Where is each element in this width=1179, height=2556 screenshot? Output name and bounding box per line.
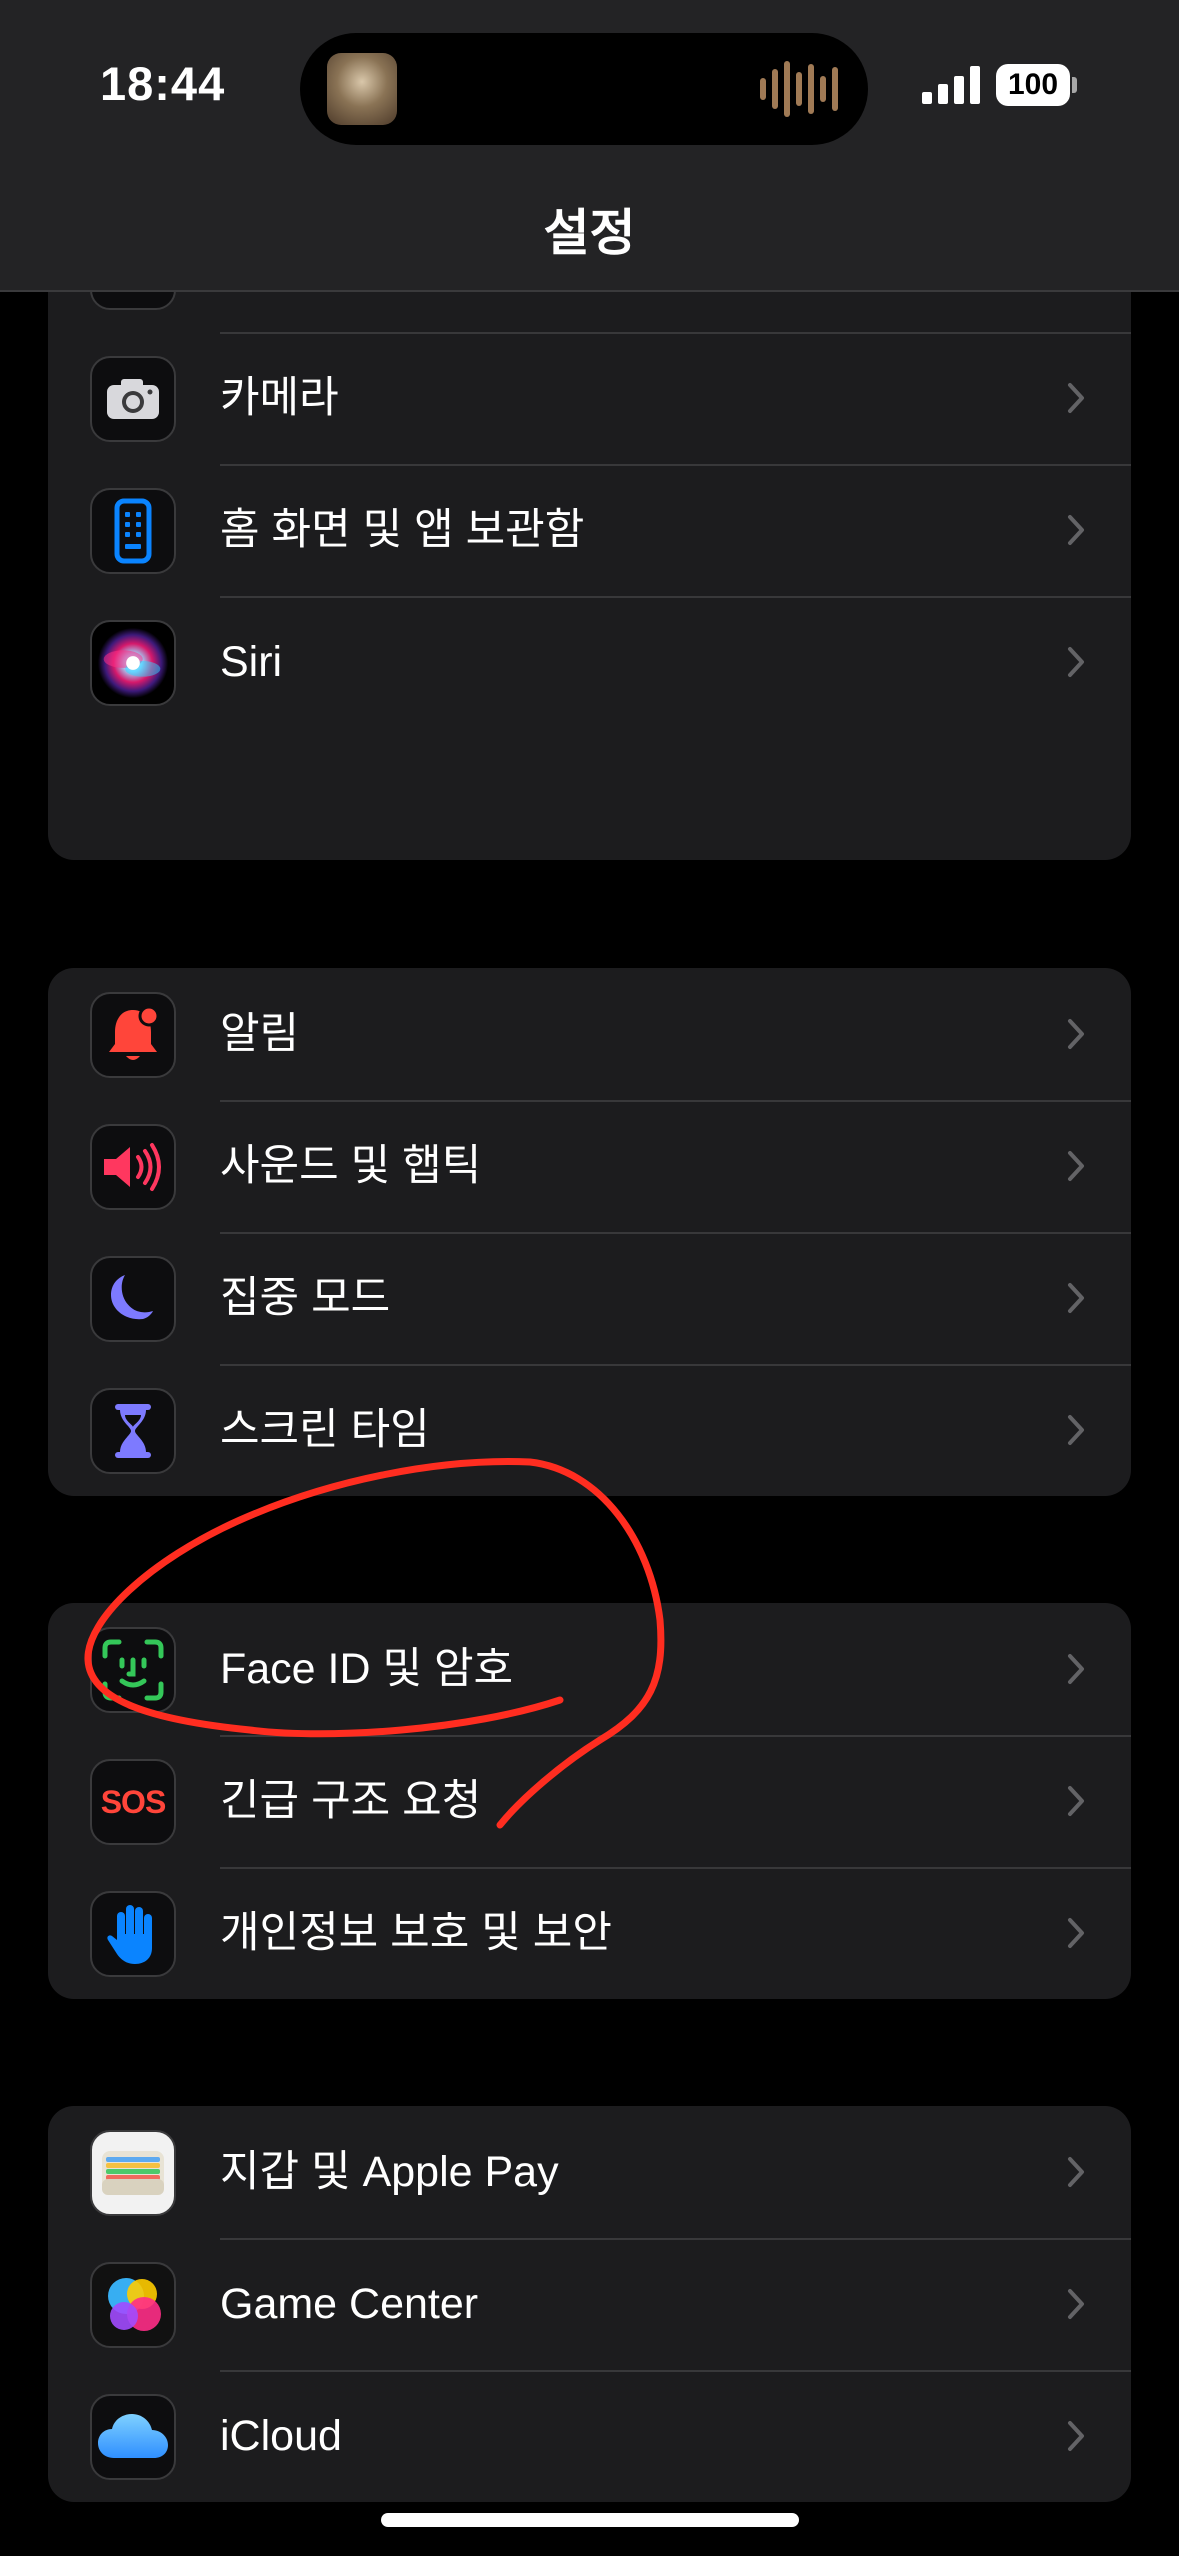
battery-indicator: 100 [996,64,1070,106]
settings-row-label: Siri [220,638,283,686]
settings-row-label: iCloud [220,2412,342,2460]
icloud-icon [90,2394,176,2480]
dynamic-island[interactable] [300,33,868,145]
settings-row-camera[interactable]: 카메라 [48,332,1131,464]
chevron-right-icon [1068,647,1084,677]
battery-cap [1072,77,1077,93]
chevron-right-icon [1068,383,1084,413]
settings-row-icloud[interactable]: iCloud [48,2370,1131,2502]
settings-row-label: Game Center [220,2280,479,2328]
settings-row-privacy[interactable]: 개인정보 보호 및 보안 [48,1867,1131,1999]
settings-row-label: 홈 화면 및 앱 보관함 [220,506,585,554]
home-indicator[interactable] [381,2513,799,2527]
chevron-right-icon [1068,1019,1084,1049]
settings-row-focus[interactable]: 집중 모드 [48,1232,1131,1364]
now-playing-artwork [327,53,397,125]
settings-row-label: Face ID 및 암호 [220,1645,514,1693]
sos-icon: SOS [90,1759,176,1845]
settings-row-emergency-sos[interactable]: SOS 긴급 구조 요청 [48,1735,1131,1867]
row-separator [220,2370,1131,2372]
settings-group-2: 알림 사운드 및 햅틱 집중 모드 스크린 타임 [48,968,1131,1496]
chevron-right-icon [1068,1283,1084,1313]
settings-row-wallet[interactable]: 지갑 및 Apple Pay [48,2106,1131,2238]
row-separator [220,596,1131,598]
settings-row-label: 사운드 및 햅틱 [220,1142,482,1190]
row-separator [220,332,1131,334]
settings-row-label: 카메라 [220,374,339,422]
chevron-right-icon [1068,2289,1084,2319]
chevron-right-icon [1068,1918,1084,1948]
face-id-icon [90,1627,176,1713]
chevron-right-icon [1068,1654,1084,1684]
game-center-icon [90,2262,176,2348]
chevron-right-icon [1068,1415,1084,1445]
moon-icon [90,1256,176,1342]
camera-icon [90,356,176,442]
chevron-right-icon [1068,515,1084,545]
settings-row-siri[interactable]: Siri [48,596,1131,728]
settings-row-sounds[interactable]: 사운드 및 햅틱 [48,1100,1131,1232]
chevron-right-icon [1068,2421,1084,2451]
page-title: 설정 [543,205,636,261]
home-screen-icon [90,488,176,574]
hourglass-icon [90,1388,176,1474]
settings-row-notifications[interactable]: 알림 [48,968,1131,1100]
settings-row-label: 지갑 및 Apple Pay [220,2148,559,2196]
bell-icon [90,992,176,1078]
settings-group-4: 지갑 및 Apple Pay Game Center iCloud [48,2106,1131,2502]
speaker-icon [90,1124,176,1210]
settings-row-home-screen[interactable]: 홈 화면 및 앱 보관함 [48,464,1131,596]
settings-row-label: 집중 모드 [220,1274,391,1322]
settings-row-screen-time[interactable]: 스크린 타임 [48,1364,1131,1496]
siri-icon [90,620,176,706]
audio-waveform-icon [760,59,838,119]
chevron-right-icon [1068,1786,1084,1816]
hand-icon [90,1891,176,1977]
wallet-icon [90,2130,176,2216]
settings-row-label: 스크린 타임 [220,1406,430,1454]
settings-row-label: 알림 [220,1010,300,1058]
settings-row-face-id[interactable]: Face ID 및 암호 [48,1603,1131,1735]
header: 18:44 100 설정 [0,0,1179,292]
status-time: 18:44 [100,57,226,110]
chevron-right-icon [1068,1151,1084,1181]
sos-icon-text: SOS [100,1783,167,1820]
settings-row-label: 개인정보 보호 및 보안 [220,1909,612,1957]
chevron-right-icon [1068,2157,1084,2187]
settings-group-1-rows: 제어 센터 카메라 [48,200,1131,860]
settings-row-label: 긴급 구조 요청 [220,1777,482,1825]
signal-icon [922,66,980,104]
settings-row-game-center[interactable]: Game Center [48,2238,1131,2370]
settings-group-3: Face ID 및 암호 SOS 긴급 구조 요청 개인정보 보호 및 보안 [48,1603,1131,1999]
